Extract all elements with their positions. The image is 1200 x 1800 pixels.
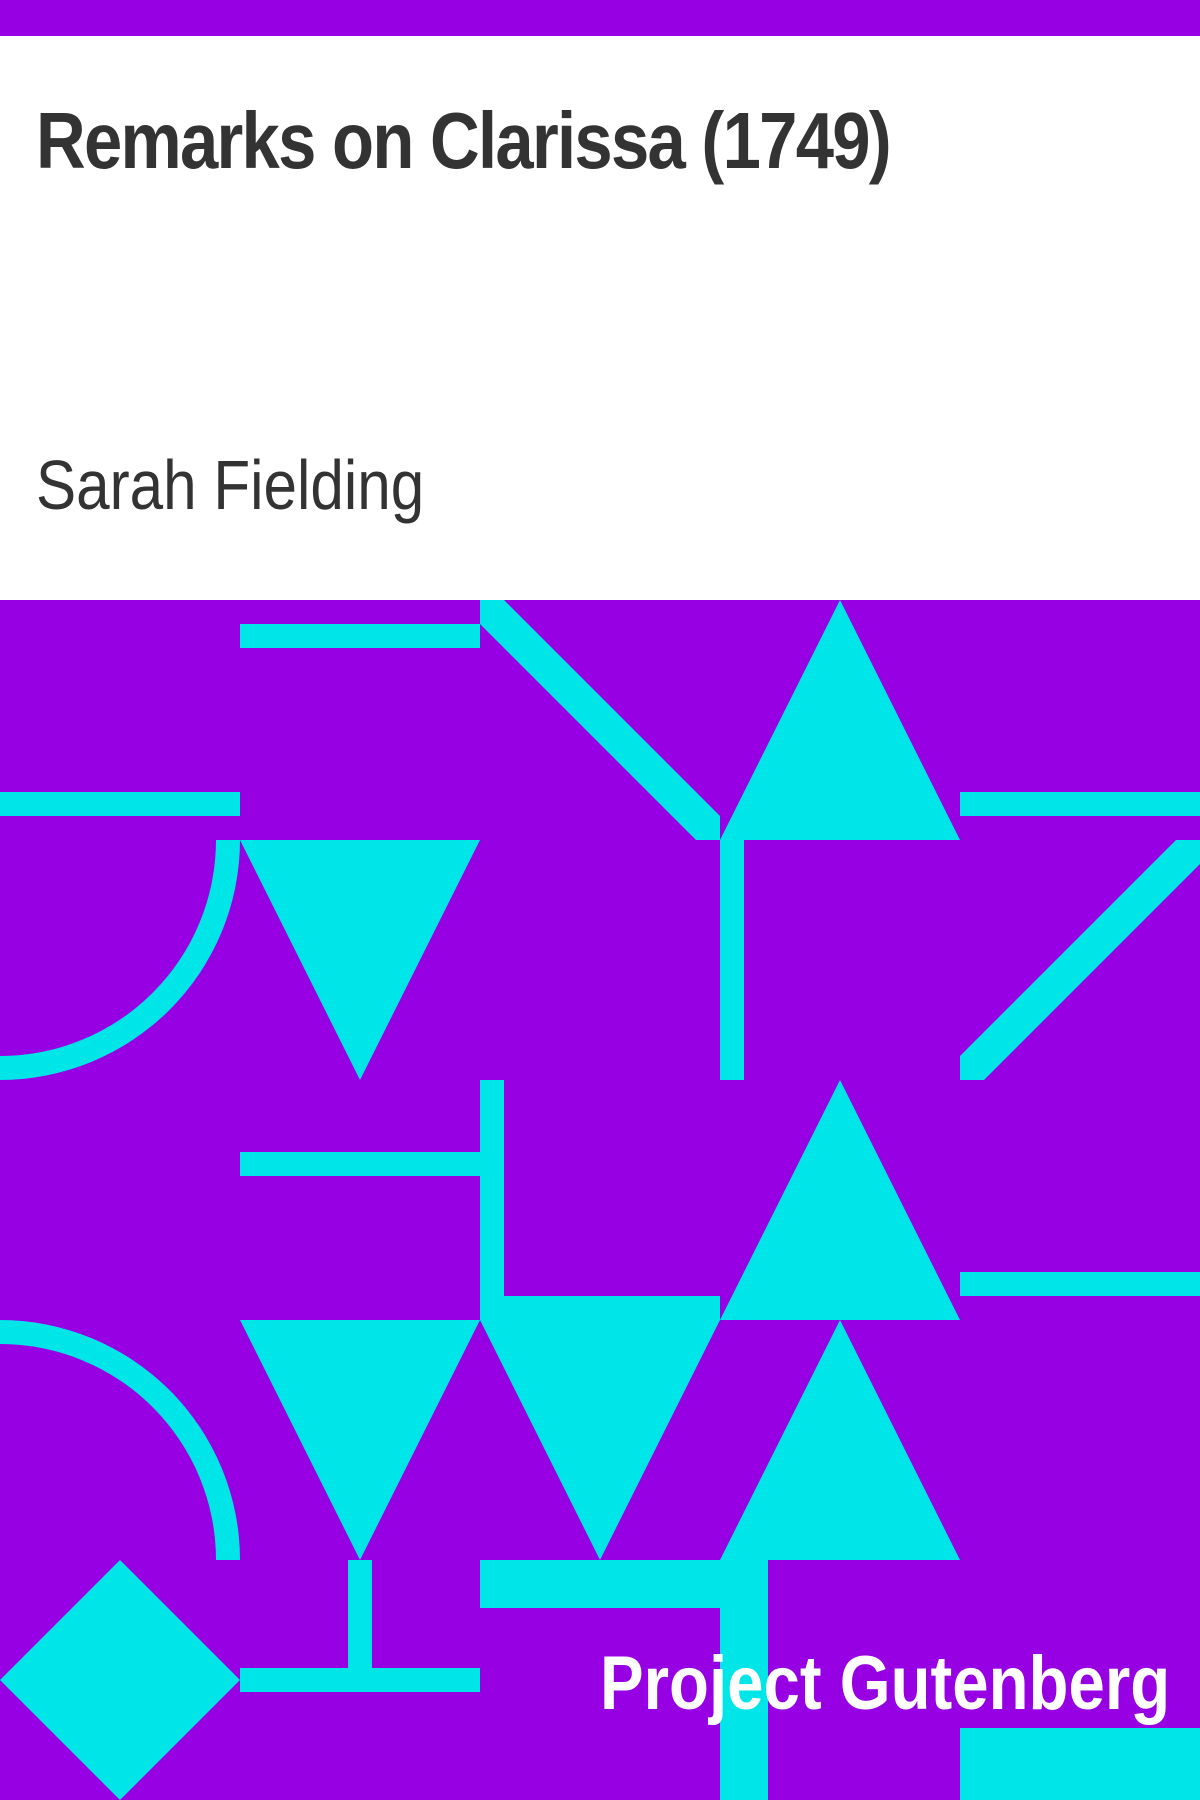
vertical-bar xyxy=(480,1080,504,1296)
corner-block xyxy=(960,1728,1200,1800)
horizontal-bar xyxy=(960,792,1200,816)
horizontal-bar xyxy=(240,1668,480,1692)
horizontal-bar xyxy=(960,1272,1200,1296)
horizontal-bar xyxy=(240,624,480,648)
geometric-pattern xyxy=(0,600,1200,1800)
vertical-bar xyxy=(720,840,744,1080)
horizontal-bar xyxy=(480,1296,720,1320)
horizontal-bar xyxy=(240,1152,480,1176)
book-title: Remarks on Clarissa (1749) xyxy=(36,96,892,185)
horizontal-bar xyxy=(0,792,240,816)
horizontal-bar xyxy=(480,1560,720,1608)
book-cover: Remarks on Clarissa (1749) Sarah Fieldin… xyxy=(0,0,1200,1800)
vertical-bar xyxy=(348,1560,372,1668)
top-color-band xyxy=(0,0,1200,36)
book-author: Sarah Fielding xyxy=(36,446,425,524)
publisher-label: Project Gutenberg xyxy=(600,1641,1171,1726)
